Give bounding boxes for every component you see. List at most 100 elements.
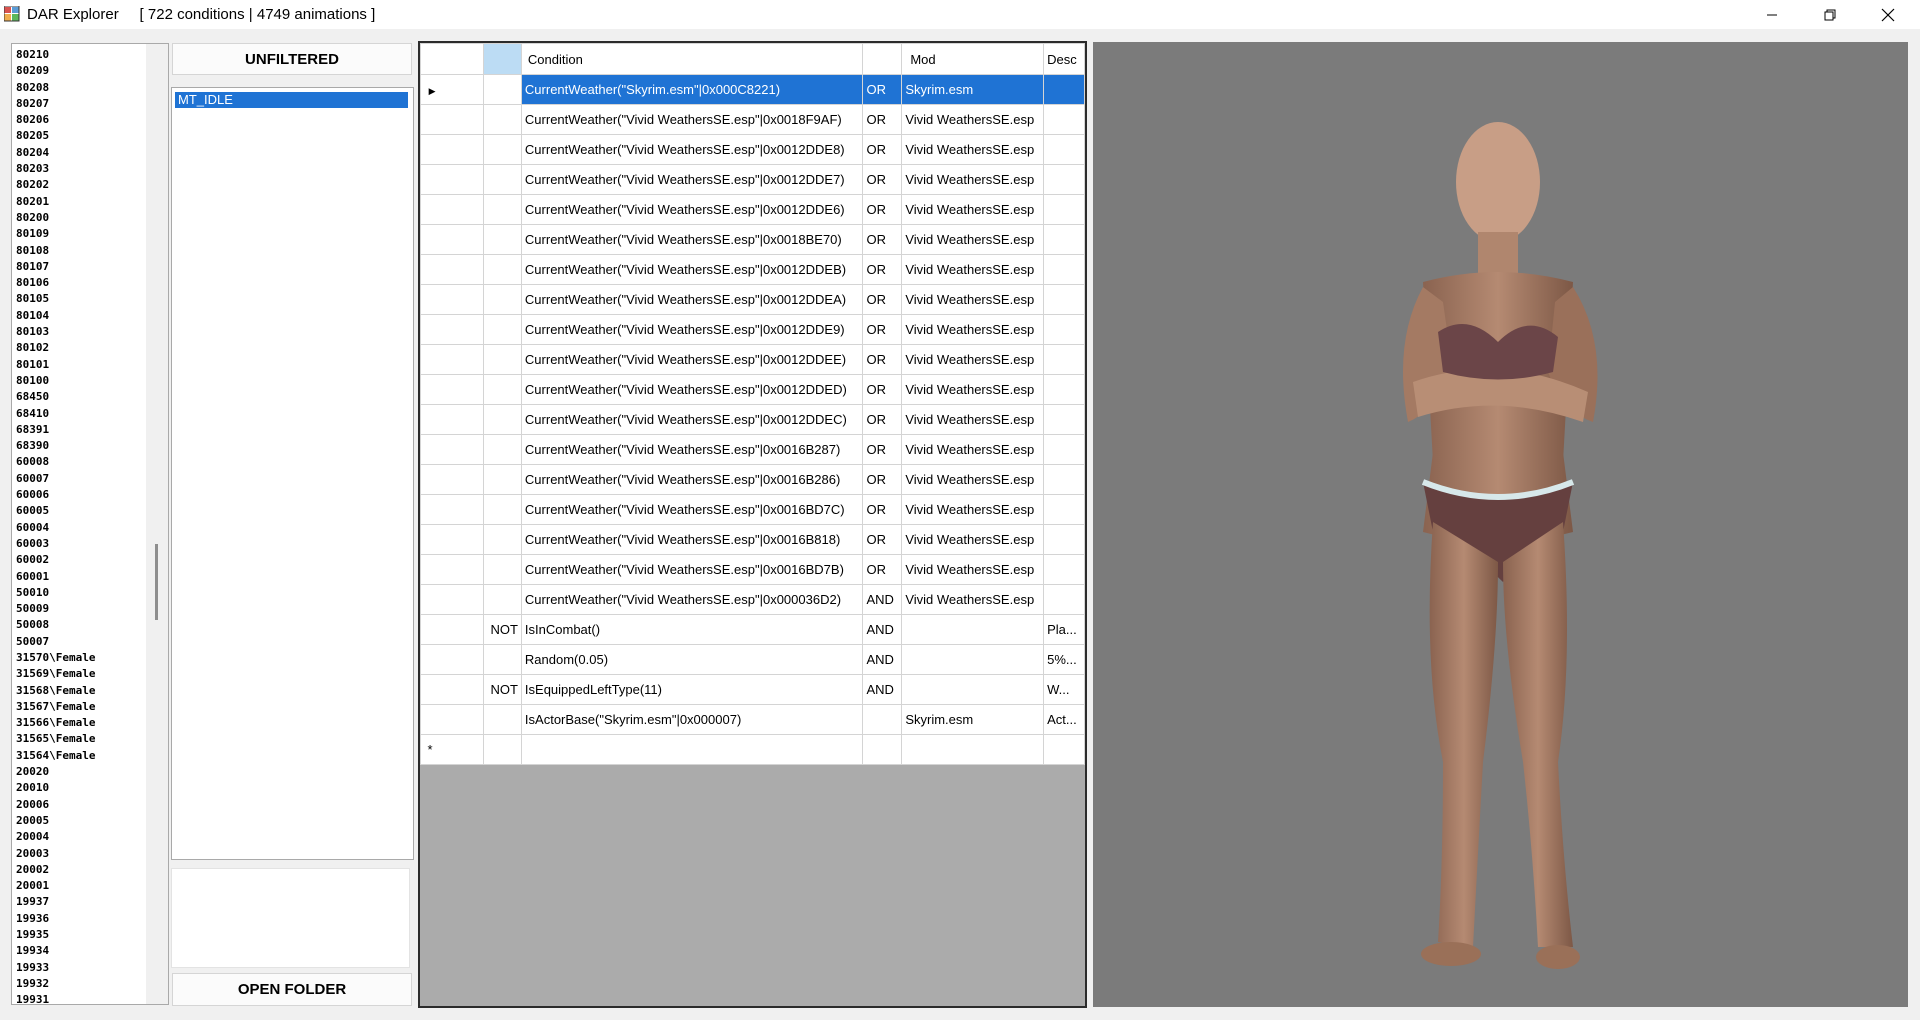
cell-desc[interactable]: Pla... xyxy=(1043,614,1085,645)
table-row[interactable]: CurrentWeather("Vivid WeathersSE.esp"|0x… xyxy=(420,164,1085,195)
table-row[interactable]: IsActorBase("Skyrim.esm"|0x000007) Skyrim… xyxy=(420,704,1085,735)
cell-condition[interactable]: CurrentWeather("Vivid WeathersSE.esp"|0x… xyxy=(520,254,864,285)
cell-mod[interactable] xyxy=(901,614,1045,645)
new-row-header[interactable]: * xyxy=(420,734,485,765)
id-list-item[interactable]: 20004 xyxy=(16,829,95,845)
cell-desc[interactable] xyxy=(1043,344,1085,375)
cell-desc[interactable] xyxy=(1043,554,1085,585)
cell-negate[interactable] xyxy=(483,104,522,135)
cell-operator[interactable] xyxy=(862,704,903,735)
cell-negate[interactable]: NOT xyxy=(483,614,522,645)
id-list-item[interactable]: 68450 xyxy=(16,389,95,405)
cell-desc[interactable] xyxy=(1043,134,1085,165)
cell-mod[interactable]: Vivid WeathersSE.esp xyxy=(901,494,1045,525)
table-row[interactable]: CurrentWeather("Vivid WeathersSE.esp"|0x… xyxy=(420,434,1085,465)
table-row[interactable]: CurrentWeather("Vivid WeathersSE.esp"|0x… xyxy=(420,224,1085,255)
id-list-item[interactable]: 19934 xyxy=(16,943,95,959)
cell-operator[interactable]: OR xyxy=(862,404,903,435)
table-row[interactable]: NOT IsEquippedLeftType(11) AND W... xyxy=(420,674,1085,705)
row-header[interactable] xyxy=(420,164,485,195)
cell-negate[interactable] xyxy=(483,374,522,405)
column-header-negate[interactable] xyxy=(483,43,522,75)
row-header[interactable] xyxy=(420,374,485,405)
cell-mod[interactable]: Vivid WeathersSE.esp xyxy=(901,404,1045,435)
id-list-item[interactable]: 80109 xyxy=(16,226,95,242)
cell-mod[interactable]: Vivid WeathersSE.esp xyxy=(901,464,1045,495)
table-row[interactable]: Random(0.05) AND 5%... xyxy=(420,644,1085,675)
row-header[interactable] xyxy=(420,344,485,375)
id-list-item[interactable]: 20003 xyxy=(16,846,95,862)
id-list-scrollbar[interactable] xyxy=(146,44,168,1004)
new-row-cell[interactable] xyxy=(862,734,903,765)
cell-mod[interactable]: Vivid WeathersSE.esp xyxy=(901,584,1045,615)
cell-desc[interactable] xyxy=(1043,74,1085,105)
row-header[interactable] xyxy=(420,584,485,615)
cell-mod[interactable]: Vivid WeathersSE.esp xyxy=(901,134,1045,165)
cell-operator[interactable]: OR xyxy=(862,314,903,345)
column-header-mod[interactable]: Mod xyxy=(901,43,1045,75)
cell-condition[interactable]: CurrentWeather("Vivid WeathersSE.esp"|0x… xyxy=(520,404,864,435)
cell-desc[interactable] xyxy=(1043,374,1085,405)
id-list-item[interactable]: 60002 xyxy=(16,552,95,568)
row-header[interactable] xyxy=(420,614,485,645)
id-list-item[interactable]: 50007 xyxy=(16,634,95,650)
column-header-condition[interactable]: Condition xyxy=(520,43,864,75)
cell-mod[interactable]: Vivid WeathersSE.esp xyxy=(901,314,1045,345)
id-list-item[interactable]: 20010 xyxy=(16,780,95,796)
cell-mod[interactable]: Vivid WeathersSE.esp xyxy=(901,164,1045,195)
id-list-item[interactable]: 80203 xyxy=(16,161,95,177)
id-list-item[interactable]: 80102 xyxy=(16,340,95,356)
animation-list-item[interactable]: MT_IDLE xyxy=(175,92,408,108)
cell-negate[interactable] xyxy=(483,284,522,315)
cell-desc[interactable]: Act... xyxy=(1043,704,1085,735)
cell-mod[interactable]: Vivid WeathersSE.esp xyxy=(901,524,1045,555)
cell-operator[interactable]: OR xyxy=(862,194,903,225)
id-list-item[interactable]: 31564\Female xyxy=(16,748,95,764)
cell-negate[interactable] xyxy=(483,314,522,345)
open-folder-button[interactable]: OPEN FOLDER xyxy=(172,973,412,1006)
row-header[interactable] xyxy=(420,674,485,705)
cell-condition[interactable]: CurrentWeather("Vivid WeathersSE.esp"|0x… xyxy=(520,194,864,225)
cell-negate[interactable] xyxy=(483,134,522,165)
row-header[interactable] xyxy=(420,404,485,435)
id-list-item[interactable]: 80207 xyxy=(16,96,95,112)
cell-desc[interactable]: W... xyxy=(1043,674,1085,705)
cell-negate[interactable] xyxy=(483,404,522,435)
row-header[interactable] xyxy=(420,644,485,675)
cell-condition[interactable]: IsInCombat() xyxy=(520,614,864,645)
cell-operator[interactable]: OR xyxy=(862,434,903,465)
id-list-item[interactable]: 50010 xyxy=(16,585,95,601)
row-header[interactable] xyxy=(420,464,485,495)
id-list-item[interactable]: 50009 xyxy=(16,601,95,617)
cell-desc[interactable] xyxy=(1043,194,1085,225)
table-row[interactable]: CurrentWeather("Vivid WeathersSE.esp"|0x… xyxy=(420,344,1085,375)
row-header[interactable] xyxy=(420,134,485,165)
cell-operator[interactable]: OR xyxy=(862,74,903,105)
cell-operator[interactable]: OR xyxy=(862,464,903,495)
cell-operator[interactable]: OR xyxy=(862,104,903,135)
cell-condition[interactable]: CurrentWeather("Vivid WeathersSE.esp"|0x… xyxy=(520,224,864,255)
table-row[interactable]: CurrentWeather("Vivid WeathersSE.esp"|0x… xyxy=(420,584,1085,615)
id-list-item[interactable]: 80202 xyxy=(16,177,95,193)
new-row-cell[interactable] xyxy=(520,734,864,765)
id-list-item[interactable]: 60007 xyxy=(16,471,95,487)
cell-condition[interactable]: CurrentWeather("Vivid WeathersSE.esp"|0x… xyxy=(520,134,864,165)
id-list-item[interactable]: 80206 xyxy=(16,112,95,128)
cell-operator[interactable]: OR xyxy=(862,494,903,525)
id-list-item[interactable]: 60003 xyxy=(16,536,95,552)
cell-operator[interactable]: AND xyxy=(862,584,903,615)
row-header[interactable] xyxy=(420,104,485,135)
cell-condition[interactable]: CurrentWeather("Vivid WeathersSE.esp"|0x… xyxy=(520,374,864,405)
row-header[interactable] xyxy=(420,254,485,285)
cell-desc[interactable]: 5%... xyxy=(1043,644,1085,675)
cell-condition[interactable]: CurrentWeather("Vivid WeathersSE.esp"|0x… xyxy=(520,554,864,585)
id-list-item[interactable]: 19935 xyxy=(16,927,95,943)
cell-desc[interactable] xyxy=(1043,524,1085,555)
cell-negate[interactable] xyxy=(483,704,522,735)
id-list-item[interactable]: 80201 xyxy=(16,194,95,210)
conditions-grid[interactable]: Condition Mod Desc ▶ CurrentWeather("Skyr… xyxy=(418,41,1087,1008)
id-list-item[interactable]: 80101 xyxy=(16,357,95,373)
table-row[interactable]: CurrentWeather("Vivid WeathersSE.esp"|0x… xyxy=(420,104,1085,135)
cell-condition[interactable]: CurrentWeather("Skyrim.esm"|0x000C8221) xyxy=(520,74,864,105)
cell-negate[interactable] xyxy=(483,464,522,495)
